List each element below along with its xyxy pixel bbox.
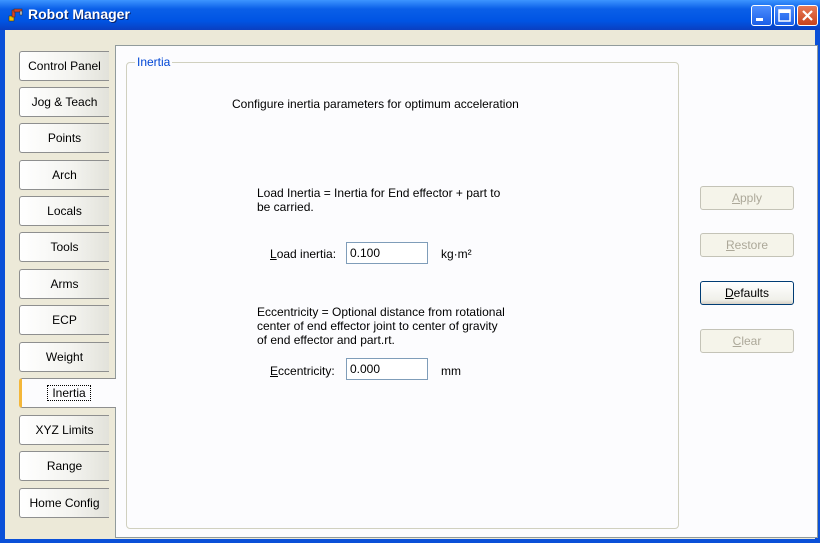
button-label-rest: lear xyxy=(741,334,762,348)
minimize-icon xyxy=(756,18,763,21)
tab-label: Tools xyxy=(50,240,79,254)
load-inertia-input[interactable] xyxy=(346,242,428,264)
close-button[interactable] xyxy=(797,5,818,26)
mnemonic: R xyxy=(725,238,735,252)
tab-control-panel[interactable]: Control Panel xyxy=(19,51,109,81)
mnemonic: D xyxy=(724,286,734,300)
button-label-rest: pply xyxy=(740,191,763,205)
window-title: Robot Manager xyxy=(28,6,130,22)
ecc-note-line2: center of end effector joint to center o… xyxy=(257,319,498,333)
tab-label: ECP xyxy=(52,313,77,327)
label-rest: ccentricity: xyxy=(278,364,335,378)
description-text: Configure inertia parameters for optimum… xyxy=(232,97,519,111)
tab-label: Inertia xyxy=(47,385,91,401)
inertia-panel: Inertia Configure inertia parameters for… xyxy=(115,45,818,538)
defaults-button[interactable]: Defaults xyxy=(700,281,794,305)
load-inertia-unit: kg·m² xyxy=(441,247,472,261)
tab-label: Arch xyxy=(52,168,77,182)
eccentricity-input[interactable] xyxy=(346,358,428,380)
eccentricity-label: Eccentricity: xyxy=(270,364,335,378)
eccentricity-unit: mm xyxy=(441,364,461,378)
tab-label: Control Panel xyxy=(28,59,101,73)
tab-arch[interactable]: Arch xyxy=(19,160,109,190)
button-label-rest: efaults xyxy=(733,286,770,300)
tab-weight[interactable]: Weight xyxy=(19,342,109,372)
mnemonic: L xyxy=(270,247,277,261)
ecc-note-line3: of end effector and part.rt. xyxy=(257,333,395,347)
groupbox-legend: Inertia xyxy=(135,55,173,69)
mnemonic: E xyxy=(270,364,279,378)
tab-label: Range xyxy=(46,459,83,473)
tab-home-config[interactable]: Home Config xyxy=(19,488,109,518)
close-icon xyxy=(802,10,813,21)
button-label-rest: estore xyxy=(734,238,769,252)
label-rest: oad inertia: xyxy=(276,247,337,261)
maximize-button[interactable] xyxy=(774,5,795,26)
tab-range[interactable]: Range xyxy=(19,451,109,481)
tab-arms[interactable]: Arms xyxy=(19,269,109,299)
load-note-line1: Load Inertia = Inertia for End effector … xyxy=(257,186,501,200)
tab-label: Points xyxy=(47,131,82,145)
apply-button[interactable]: Apply xyxy=(700,186,794,210)
tab-tools[interactable]: Tools xyxy=(19,232,109,262)
robot-app-icon xyxy=(8,8,23,22)
load-note-line2: be carried. xyxy=(257,200,314,214)
tab-label: XYZ Limits xyxy=(35,423,94,437)
tab-label: Weight xyxy=(45,350,84,364)
tab-label: Arms xyxy=(50,277,79,291)
tab-label: Locals xyxy=(47,204,82,218)
tab-label: Home Config xyxy=(29,496,100,510)
clear-button[interactable]: Clear xyxy=(700,329,794,353)
title-bar[interactable]: Robot Manager xyxy=(0,0,820,30)
tab-locals[interactable]: Locals xyxy=(19,196,109,226)
tab-xyz-limits[interactable]: XYZ Limits xyxy=(19,415,109,445)
mnemonic: A xyxy=(731,191,740,205)
tab-label: Jog & Teach xyxy=(31,95,98,109)
maximize-icon xyxy=(778,9,791,22)
tab-jog-teach[interactable]: Jog & Teach xyxy=(19,87,109,117)
inertia-groupbox: Inertia xyxy=(126,55,679,529)
load-inertia-label: Load inertia: xyxy=(270,247,336,261)
minimize-button[interactable] xyxy=(751,5,772,26)
restore-button[interactable]: Restore xyxy=(700,233,794,257)
tab-inertia[interactable]: Inertia xyxy=(19,378,116,408)
ecc-note-line1: Eccentricity = Optional distance from ro… xyxy=(257,305,505,319)
tab-ecp[interactable]: ECP xyxy=(19,305,109,335)
tab-points[interactable]: Points xyxy=(19,123,109,153)
